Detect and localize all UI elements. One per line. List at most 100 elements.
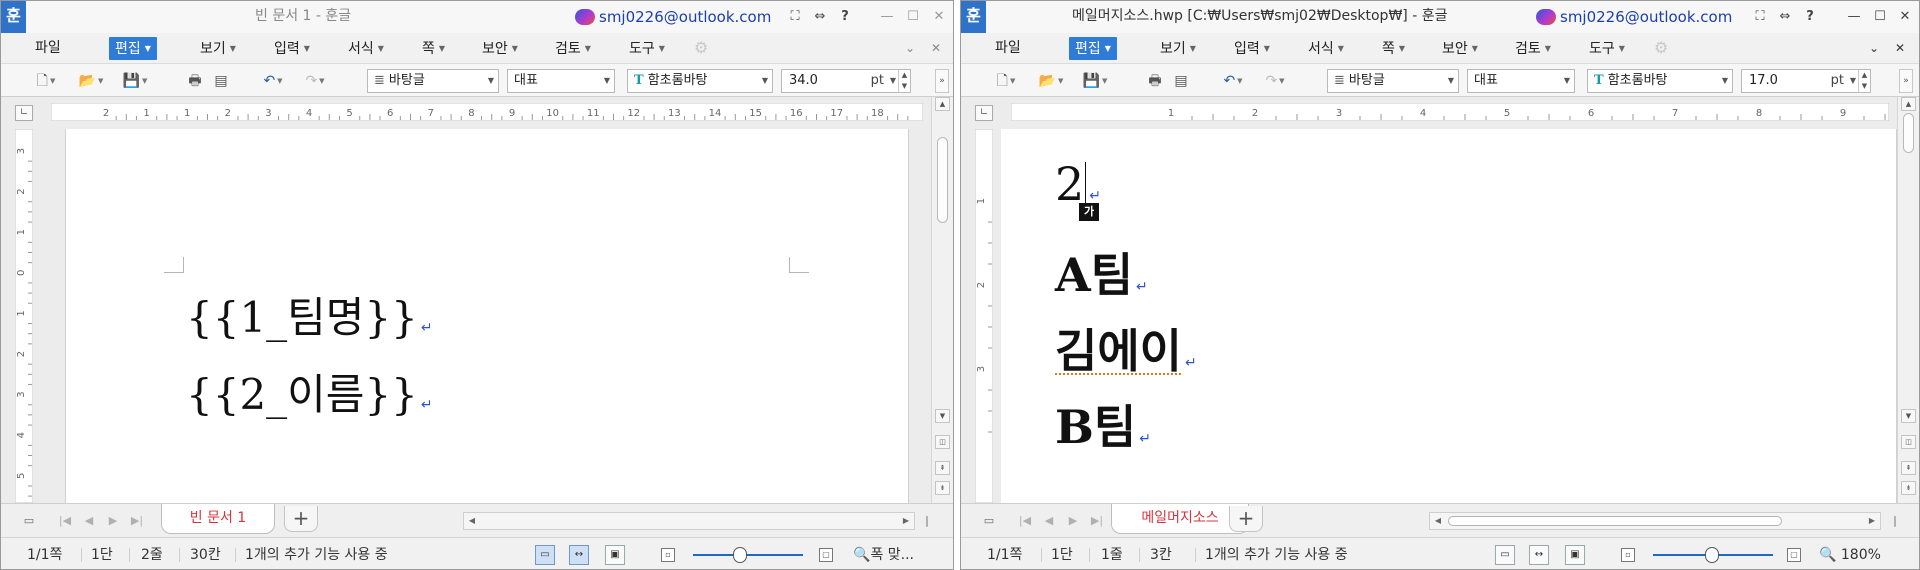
next-page-icon[interactable]: ⇟ (1901, 481, 1916, 495)
last-tab-icon[interactable]: ▶| (1089, 512, 1105, 530)
font-size-spinner[interactable]: ▲ ▼ (1858, 70, 1870, 92)
tab-list-icon[interactable]: ▭ (981, 512, 997, 530)
page-view-icon[interactable]: ◫ (1901, 435, 1916, 449)
doc-line-2[interactable]: A팀 ↵ (1055, 239, 1148, 305)
scroll-left-icon[interactable]: ◀ (464, 513, 480, 529)
menu-tools[interactable]: 도구 ▼ (1583, 37, 1631, 60)
zoom-out-icon[interactable]: ▫ (1621, 548, 1635, 562)
open-folder-icon[interactable]: 📂 ▼ (1035, 70, 1067, 92)
doc-line-2[interactable]: {{2_이름}} ↵ (186, 361, 433, 422)
menu-format[interactable]: 서식 ▼ (342, 37, 390, 60)
next-tab-icon[interactable]: ▶ (105, 512, 121, 530)
split-handle-icon[interactable]: | (921, 512, 933, 530)
font-size-input[interactable]: 34.0 pt ▼ ▲ ▼ (781, 69, 911, 93)
language-select[interactable]: 대표 ▼ (1467, 69, 1575, 93)
print-preview-icon[interactable]: ▤ (211, 70, 231, 92)
zoom-slider-track[interactable] (693, 554, 803, 556)
menu-page[interactable]: 쪽 ▼ (416, 37, 451, 60)
zoom-slider-knob[interactable] (1705, 547, 1719, 563)
addon-puzzle-icon[interactable]: ⚙ (1654, 37, 1668, 59)
title-bar[interactable]: 훈 메일머지소스.hwp [C:₩Users₩smj02₩Desktop₩] -… (961, 1, 1919, 33)
full-page-view-icon[interactable]: ▣ (605, 545, 625, 565)
restore-size-icon[interactable]: ⇔ (1772, 1, 1798, 33)
tab-blank-document[interactable]: 빈 문서 1 (161, 504, 275, 534)
menu-tools[interactable]: 도구 ▼ (623, 37, 671, 60)
scroll-down-icon[interactable]: ▼ (935, 409, 950, 423)
open-folder-icon[interactable]: 📂 ▼ (75, 70, 107, 92)
zoom-level[interactable]: 🔍 180% (1819, 538, 1881, 569)
redo-icon[interactable]: ↷ ▼ (299, 70, 331, 92)
ruler-corner-tab-icon[interactable]: ∟ (15, 105, 33, 121)
addon-puzzle-icon[interactable]: ⚙ (694, 37, 708, 59)
document-page[interactable]: {{1_팀명}} ↵ {{2_이름}} ↵ (65, 129, 909, 503)
last-tab-icon[interactable]: ▶| (129, 512, 145, 530)
status-page[interactable]: 1/1쪽 (27, 538, 62, 569)
page-view-icon[interactable]: ◫ (935, 435, 950, 449)
scroll-up-icon[interactable]: ▲ (935, 97, 950, 111)
title-bar[interactable]: 훈 빈 문서 1 - 훈글 smj0226@outlook.com ⛶ ⇔ ? … (1, 1, 953, 33)
scroll-thumb[interactable] (1903, 113, 1914, 153)
vertical-scrollbar[interactable]: ▲ ▼ ◫ ⇞ ⇟ (1897, 97, 1919, 503)
doc-line-4[interactable]: B팀 ↵ (1055, 391, 1151, 457)
maximize-button[interactable]: ☐ (1867, 1, 1893, 33)
scroll-thumb[interactable] (937, 137, 948, 223)
scroll-thumb[interactable] (1448, 516, 1782, 526)
zoom-out-icon[interactable]: ▫ (661, 548, 675, 562)
style-select[interactable]: ≣ 바탕글 ▼ (367, 69, 499, 93)
redo-icon[interactable]: ↷ ▼ (1259, 70, 1291, 92)
toolbar-more-icon[interactable]: » (935, 69, 949, 93)
menu-file[interactable]: 파일 (989, 37, 1027, 60)
menu-file[interactable]: 파일 (29, 37, 67, 60)
style-select[interactable]: ≣ 바탕글 ▼ (1327, 69, 1459, 93)
zoom-slider-knob[interactable] (733, 547, 747, 563)
print-icon[interactable]: 🖶 (185, 70, 205, 92)
minimize-button[interactable]: — (1841, 1, 1867, 33)
scroll-up-icon[interactable]: ▲ (1901, 97, 1916, 111)
ribbon-collapse-icon[interactable]: ⌄ (905, 37, 915, 59)
doc-line-3[interactable]: 김에이 ↵ (1055, 315, 1197, 381)
first-tab-icon[interactable]: |◀ (1017, 512, 1033, 530)
close-button[interactable]: ✕ (1892, 1, 1918, 33)
horizontal-ruler[interactable]: 1 2 3 4 5 6 7 8 9 (1011, 103, 1889, 121)
help-icon[interactable]: ? (832, 1, 858, 33)
language-select[interactable]: 대표 ▼ (507, 69, 615, 93)
scroll-right-icon[interactable]: ▶ (898, 513, 914, 529)
status-addon[interactable]: 1개의 추가 기능 사용 중 (1205, 538, 1348, 569)
status-addon[interactable]: 1개의 추가 기능 사용 중 (245, 538, 388, 569)
maximize-button[interactable]: ☐ (900, 1, 926, 33)
ribbon-close-icon[interactable]: ✕ (931, 37, 941, 59)
scroll-left-icon[interactable]: ◀ (1430, 513, 1446, 529)
font-size-input[interactable]: 17.0 pt ▼ ▲ ▼ (1741, 69, 1871, 93)
full-page-view-icon[interactable]: ▣ (1565, 545, 1585, 565)
add-tab-button[interactable]: + (284, 506, 318, 532)
split-handle-icon[interactable]: | (1889, 512, 1901, 530)
fit-width-view-icon[interactable]: ↔ (569, 545, 589, 565)
undo-icon[interactable]: ↶ ▼ (1217, 70, 1249, 92)
ribbon-close-icon[interactable]: ✕ (1895, 37, 1905, 59)
menu-edit[interactable]: 편집 ▼ (1069, 37, 1117, 60)
fullscreen-icon[interactable]: ⛶ (1747, 1, 1773, 33)
undo-icon[interactable]: ↶ ▼ (257, 70, 289, 92)
horizontal-scrollbar[interactable]: ◀ ▶ (463, 512, 915, 530)
horizontal-ruler[interactable]: 2 1 1 2 3 4 5 6 7 8 9 10 11 12 13 14 15 16 17 18 (51, 103, 923, 121)
menu-view[interactable]: 보기 ▼ (1154, 37, 1202, 60)
ribbon-collapse-icon[interactable]: ⌄ (1869, 37, 1879, 59)
menu-security[interactable]: 보안 ▼ (1436, 37, 1484, 60)
menu-insert[interactable]: 입력 ▼ (268, 37, 316, 60)
new-document-icon[interactable]: 🗋 ▼ (991, 70, 1021, 92)
hancom-app-icon[interactable]: 훈 (1, 1, 26, 33)
vertical-ruler[interactable]: 3210123456 (15, 129, 33, 503)
restore-size-icon[interactable]: ⇔ (807, 1, 833, 33)
print-icon[interactable]: 🖶 (1145, 70, 1165, 92)
tab-list-icon[interactable]: ▭ (21, 512, 37, 530)
doc-line-1[interactable]: {{1_팀명}} ↵ (186, 284, 433, 345)
prev-page-icon[interactable]: ⇞ (935, 461, 950, 475)
first-tab-icon[interactable]: |◀ (57, 512, 73, 530)
scroll-down-icon[interactable]: ▼ (1901, 409, 1916, 423)
menu-format[interactable]: 서식 ▼ (1302, 37, 1350, 60)
status-page[interactable]: 1/1쪽 (987, 538, 1022, 569)
account-button[interactable]: smj0226@outlook.com (1536, 6, 1732, 28)
normal-view-icon[interactable]: ▭ (1495, 545, 1515, 565)
next-page-icon[interactable]: ⇟ (935, 481, 950, 495)
prev-page-icon[interactable]: ⇞ (1901, 461, 1916, 475)
